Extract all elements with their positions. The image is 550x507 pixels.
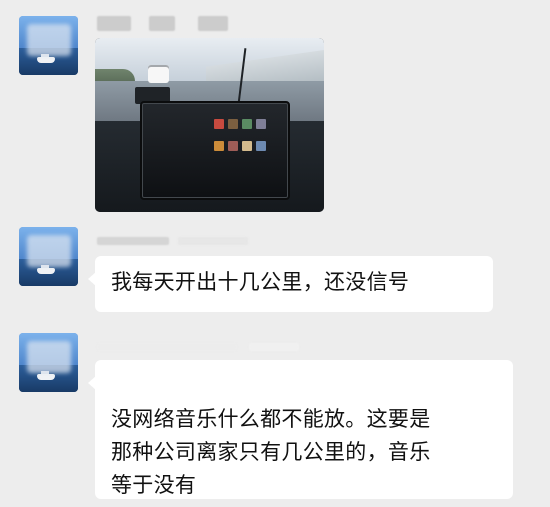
sender-name-blur (178, 237, 248, 245)
photo-screen-tile (214, 141, 224, 151)
message-text: 没网络音乐什么都不能放。这要是 那种公司离家只有几公里的，音乐 等于没有 (111, 407, 431, 497)
photo-screen-tile (256, 119, 266, 129)
photo-screen-tile (228, 141, 238, 151)
photo-van (148, 65, 169, 83)
sender-name-blur (249, 343, 299, 351)
avatar-blur-overlay (27, 235, 71, 267)
sender-name-blur (198, 16, 228, 31)
avatar[interactable] (19, 16, 78, 75)
photo-screen-tile (256, 141, 266, 151)
message-text: 我每天开出十几公里，还没信号 (111, 270, 410, 294)
photo-car-screen (140, 101, 290, 200)
image-message[interactable] (95, 38, 324, 212)
photo-screen-tile (242, 119, 252, 129)
message-bubble[interactable]: 没网络音乐什么都不能放。这要是 那种公司离家只有几公里的，音乐 等于没有 (88, 360, 513, 499)
photo-screen-tile (242, 141, 252, 151)
sender-name-blur (97, 237, 169, 245)
message-bubble[interactable]: 我每天开出十几公里，还没信号 (88, 256, 493, 312)
sender-name-blur (97, 343, 237, 351)
avatar-blur-overlay (27, 24, 71, 56)
avatar[interactable] (19, 227, 78, 286)
avatar-boat (37, 57, 55, 63)
sender-name-blur (97, 16, 131, 31)
avatar-boat (37, 268, 55, 274)
avatar[interactable] (19, 333, 78, 392)
photo-screen-tile (214, 119, 224, 129)
avatar-blur-overlay (27, 341, 71, 373)
photo-screen-tile (228, 119, 238, 129)
sender-name-blur (149, 16, 175, 31)
avatar-boat (37, 374, 55, 380)
chat-screen: { "messages": [ { "type": "image", "send… (0, 0, 550, 507)
